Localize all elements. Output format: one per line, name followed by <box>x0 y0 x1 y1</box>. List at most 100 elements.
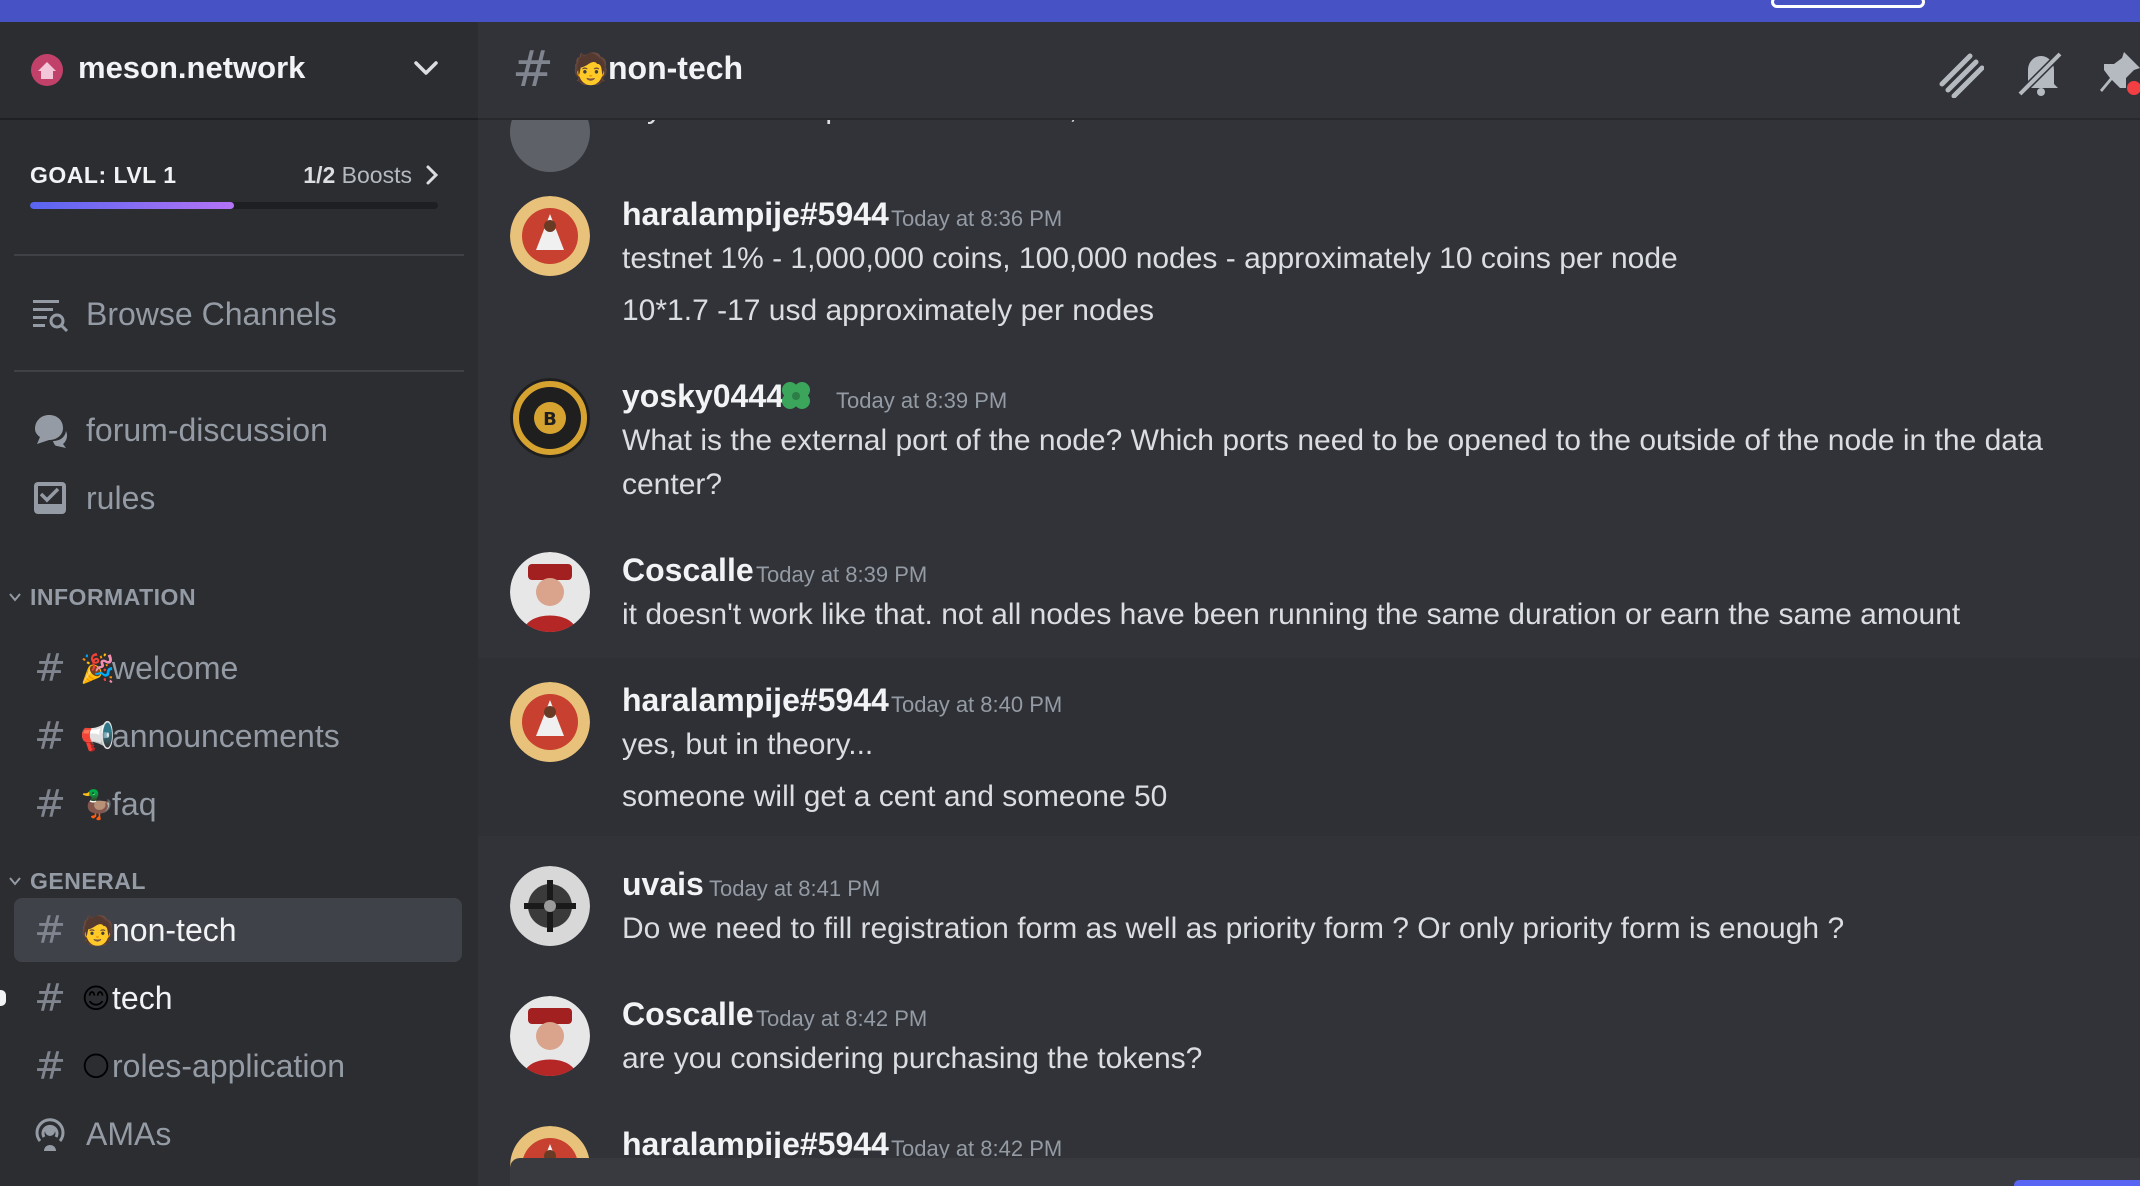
boost-goal-panel[interactable]: GOAL: LVL 1 1/2 Boosts <box>30 162 440 222</box>
hash-icon: # <box>34 976 66 1020</box>
boost-count: 1/2 Boosts <box>303 162 412 188</box>
channel-name: non-tech <box>608 50 744 86</box>
sidebar-item-amas[interactable]: AMAs <box>14 1102 462 1166</box>
hash-icon: # <box>512 40 554 98</box>
channel-emoji: 🧑 <box>572 52 610 87</box>
message-author[interactable]: yosky0444 <box>622 378 784 415</box>
sidebar-item-label: faq <box>112 785 157 822</box>
sidebar-item-rules[interactable]: rules <box>14 466 462 530</box>
category-general[interactable]: GENERAL <box>8 866 146 896</box>
message-timestamp: Today at 8:39 PM <box>836 388 1008 413</box>
channel-sidebar: meson.network GOAL: LVL 1 1/2 Boosts Bro… <box>0 22 478 1186</box>
avatar[interactable] <box>510 682 590 762</box>
browse-channels-icon <box>30 294 70 334</box>
message-text: are you considering purchasing the token… <box>622 1042 1203 1075</box>
stage-icon <box>30 1114 70 1154</box>
avatar[interactable] <box>510 552 590 632</box>
boost-goal-label: GOAL: LVL 1 <box>30 162 177 188</box>
sidebar-item-label: AMAs <box>86 1115 172 1152</box>
hash-icon: # <box>34 646 66 690</box>
sidebar-item-label: tech <box>112 979 173 1016</box>
divider <box>14 370 464 372</box>
window-top-bar <box>0 0 2140 22</box>
avatar[interactable] <box>510 996 590 1076</box>
server-header[interactable]: meson.network <box>0 22 478 120</box>
message-author[interactable]: haralampije#5944 <box>622 196 889 233</box>
avatar[interactable]: B <box>510 378 590 458</box>
sidebar-item-label: rules <box>86 479 156 516</box>
message-text: center? <box>622 468 723 501</box>
message-timestamp: Today at 8:41 PM <box>709 876 881 901</box>
message-text: yes, but in theory... <box>622 728 874 761</box>
message-text: Do we need to fill registration form as … <box>622 912 1845 945</box>
message: Coscalle Today at 8:39 PM it doesn't wor… <box>478 528 2140 656</box>
chevron-down-icon <box>9 877 21 886</box>
rules-checkbox-icon <box>30 478 70 518</box>
message-text: someone will get a cent and someone 50 <box>622 780 1168 813</box>
channel-emoji: 🧑 <box>80 913 115 947</box>
chevron-down-icon[interactable] <box>413 58 439 78</box>
hash-icon: # <box>34 782 66 826</box>
sidebar-item-faq[interactable]: # 🦆 faq <box>14 772 462 836</box>
sidebar-item-forum-discussion[interactable]: forum-discussion <box>14 398 462 462</box>
browse-channels[interactable]: Browse Channels <box>14 282 462 346</box>
mute-bell-icon[interactable] <box>2014 48 2064 98</box>
divider <box>14 254 464 256</box>
server-name: meson.network <box>78 50 306 85</box>
sidebar-item-roles-application[interactable]: # 🌕 roles-application <box>14 1034 462 1098</box>
unread-indicator <box>0 990 6 1006</box>
clover-badge-icon <box>782 382 810 409</box>
chevron-right-icon <box>426 165 439 185</box>
channel-header: # 🧑 non-tech <box>478 22 2140 120</box>
chevron-down-icon <box>9 593 21 602</box>
boost-progress-fill <box>30 202 234 209</box>
message-timestamp: Today at 8:36 PM <box>891 206 1063 231</box>
message: uvais Today at 8:41 PM Do we need to fil… <box>478 842 2140 970</box>
message-author[interactable]: Coscalle <box>622 996 754 1033</box>
hash-icon: # <box>34 908 66 952</box>
message-author[interactable]: haralampije#5944 <box>622 682 889 719</box>
sidebar-item-welcome[interactable]: # 🎉 welcome <box>14 636 462 700</box>
message-timestamp: Today at 8:40 PM <box>891 692 1063 717</box>
sidebar-item-tech[interactable]: # 😊 tech <box>14 966 462 1030</box>
threads-icon[interactable] <box>1934 48 1984 98</box>
composer-accent <box>2014 1180 2140 1186</box>
boost-progress-bar <box>30 202 438 209</box>
message: haralampije#5944 Today at 8:36 PM testne… <box>478 172 2140 352</box>
message: Coscalle Today at 8:42 PM are you consid… <box>478 972 2140 1100</box>
category-label: INFORMATION <box>30 583 197 610</box>
channel-emoji: 🦆 <box>80 787 115 821</box>
hash-icon: # <box>34 714 66 758</box>
sidebar-item-label: non-tech <box>112 911 237 948</box>
svg-text:B: B <box>543 409 557 430</box>
sidebar-item-label: welcome <box>112 649 239 686</box>
channel-emoji: 🎉 <box>80 651 115 685</box>
message-text: testnet 1% - 1,000,000 coins, 100,000 no… <box>622 242 1678 275</box>
message: B yosky0444 Today at 8:39 PM What is the… <box>478 354 2140 524</box>
message-composer[interactable] <box>510 1158 2140 1186</box>
message: haralampije#5944 Today at 8:40 PM yes, b… <box>478 658 2140 836</box>
category-information[interactable]: INFORMATION <box>8 582 196 612</box>
message-author[interactable]: Coscalle <box>622 552 754 589</box>
avatar[interactable] <box>510 196 590 276</box>
sidebar-item-label: roles-application <box>112 1047 346 1084</box>
top-bar-button[interactable] <box>1771 0 1925 8</box>
channel-emoji: 🌕 <box>81 1049 111 1083</box>
message-text: it doesn't work like that. not all nodes… <box>622 598 1961 631</box>
hash-icon: # <box>34 1044 66 1088</box>
sidebar-item-non-tech[interactable]: # 🧑 non-tech <box>14 898 462 962</box>
pin-icon[interactable] <box>2094 48 2140 98</box>
sidebar-item-label: forum-discussion <box>86 411 328 448</box>
chat-area: My testnet is equal to this number, then… <box>478 22 2140 1186</box>
message-timestamp: Today at 8:42 PM <box>756 1006 928 1031</box>
message-list: My testnet is equal to this number, then… <box>478 22 2140 1186</box>
server-home-icon <box>31 54 63 86</box>
browse-channels-label: Browse Channels <box>86 295 337 332</box>
message-text: What is the external port of the node? W… <box>622 424 2043 457</box>
forum-icon <box>30 410 70 450</box>
message-author[interactable]: uvais <box>622 866 704 903</box>
message-text: 10*1.7 -17 usd approximately per nodes <box>622 294 1155 327</box>
sidebar-item-announcements[interactable]: # 📢 announcements <box>14 704 462 768</box>
avatar[interactable] <box>510 866 590 946</box>
category-label: GENERAL <box>30 867 146 894</box>
